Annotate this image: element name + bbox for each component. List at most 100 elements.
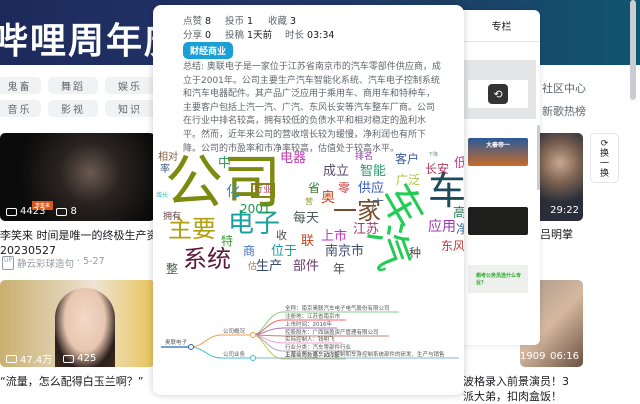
up-icon: UP bbox=[2, 256, 15, 270]
word: 广泛 bbox=[396, 173, 421, 187]
replay-icon: ⟲ bbox=[488, 84, 508, 104]
author-name: 静云彩球造句 bbox=[17, 259, 75, 270]
danmaku-icon bbox=[63, 354, 75, 363]
category-music[interactable]: 音乐 bbox=[0, 100, 41, 117]
word: 系统 bbox=[183, 245, 231, 273]
video-title[interactable]: “流量，怎么配得白玉兰啊？” bbox=[0, 374, 143, 389]
word: 化 bbox=[226, 184, 240, 200]
category-tag[interactable]: 财经商业 bbox=[183, 42, 234, 59]
stat-coins: 投币 1 bbox=[225, 16, 254, 27]
stat-favorites: 收藏 3 bbox=[268, 16, 297, 27]
mind-map: 奥联电子 公司概况 公司业务 全称：南京奥联汽车电子电气股份有限公司 注册地：江… bbox=[153, 295, 464, 375]
word: 每天 bbox=[293, 211, 320, 226]
video-title[interactable]: 李笑来 时间是唯一的终极生产资 bbox=[0, 228, 158, 243]
word: 特 bbox=[221, 234, 234, 248]
word: 年 bbox=[333, 262, 346, 276]
word: 相对 bbox=[158, 152, 178, 163]
word: 奥 bbox=[321, 190, 335, 206]
word: 广 bbox=[371, 198, 385, 213]
word: 中 bbox=[218, 156, 232, 171]
category-knowledge[interactable]: 知识 bbox=[105, 100, 155, 117]
side-thumbnail[interactable]: 想考公务员选什么专业？ bbox=[468, 265, 528, 293]
mind-map-leaf: 实际控制人：钱明飞 bbox=[285, 337, 335, 343]
mind-map-leaf: 注册地：江苏省南京市 bbox=[285, 314, 341, 320]
refresh-label: 换 bbox=[599, 169, 609, 179]
word: 位于 bbox=[271, 244, 298, 259]
word: 应用 bbox=[428, 219, 456, 235]
word: 商 bbox=[243, 244, 256, 258]
video-duration: 29:22 bbox=[550, 205, 579, 216]
word: 长安 bbox=[425, 162, 450, 176]
word: 增长 bbox=[156, 192, 169, 199]
word: 客户 bbox=[395, 152, 420, 166]
refresh-button[interactable]: ⟳ 换 一 换 bbox=[590, 133, 619, 183]
video-author[interactable]: UP 静云彩球造句 · 5-27 bbox=[2, 256, 105, 270]
word: 净 bbox=[456, 222, 464, 236]
video-stats: 47.4万 425 bbox=[6, 351, 96, 366]
mind-map-branch: 公司业务 bbox=[223, 352, 246, 358]
word: 南京市 bbox=[325, 244, 365, 259]
side-thumbnail[interactable]: ⟲ bbox=[468, 80, 528, 108]
category-entertainment[interactable]: 娱乐 bbox=[105, 77, 155, 94]
side-scrollbar[interactable] bbox=[537, 125, 540, 190]
mind-map-root: 奥联电子 bbox=[165, 340, 188, 346]
refresh-icon: ⟳ bbox=[600, 139, 609, 149]
view-count: 47.4万 bbox=[20, 355, 53, 366]
play-count-icon bbox=[6, 354, 17, 363]
word: 种 bbox=[409, 246, 422, 260]
word: 行业 bbox=[251, 183, 276, 198]
video-title[interactable]: 波格录入前景演员！3 bbox=[463, 374, 569, 389]
word: 东风 bbox=[441, 239, 464, 253]
word: 联 bbox=[301, 234, 315, 249]
stat-shares: 分享 0 bbox=[183, 30, 212, 41]
danmaku-count: 425 bbox=[77, 353, 97, 364]
word: 估 bbox=[248, 262, 258, 272]
word: 下降 bbox=[428, 152, 439, 158]
category-dance[interactable]: 舞蹈 bbox=[48, 77, 98, 94]
refresh-label: 一 bbox=[599, 159, 609, 169]
mind-map-branch: 公司概况 bbox=[223, 329, 246, 335]
danmaku-count: 1909 bbox=[520, 351, 546, 362]
video-duration: 06:16 bbox=[550, 351, 579, 362]
category-film[interactable]: 影视 bbox=[48, 100, 98, 117]
refresh-label: 换 bbox=[599, 149, 609, 159]
tab-column[interactable]: 专栏 bbox=[463, 10, 540, 42]
word: 排名 bbox=[355, 152, 374, 162]
word: 省 bbox=[308, 181, 321, 195]
mind-map-leaf: 全称：南京奥联汽车电子电气股份有限公司 bbox=[285, 306, 390, 312]
video-summary-popup: 点赞 8 投币 1 收藏 3 分享 0 投稿 1天前 时长 03:34 财经商业… bbox=[153, 5, 464, 395]
mind-map-leaf: 主营业务：汽车动力控制和车身控制系统部件的研发、生产与销售 bbox=[285, 352, 445, 358]
word: 生产 bbox=[256, 259, 283, 274]
link-new-songs[interactable]: 新歌热榜 bbox=[542, 103, 586, 119]
video-thumbnail[interactable]: 李笑来 4423 8 bbox=[0, 133, 155, 221]
danmaku-count: 8 bbox=[70, 206, 77, 217]
video-thumbnail[interactable]: 47.4万 425 bbox=[0, 280, 155, 367]
video-title-line2[interactable]: 派大弟，扣肉盒饭！ bbox=[463, 389, 562, 404]
word: 收 bbox=[276, 229, 287, 242]
word: 车 bbox=[428, 169, 464, 213]
word: 高 bbox=[453, 206, 464, 221]
danmaku-icon bbox=[56, 207, 68, 216]
page-scrollbar[interactable] bbox=[630, 0, 636, 100]
word: 部件 bbox=[293, 259, 320, 274]
side-thumbnail[interactable]: 大秦帝一 bbox=[468, 138, 528, 166]
word: 拥有 bbox=[163, 212, 182, 222]
side-panel: 专栏 ⟲ 大秦帝一 想考公务员选什么专业？ bbox=[463, 10, 540, 345]
word: 整 bbox=[166, 262, 179, 276]
side-thumbnail[interactable] bbox=[468, 207, 528, 235]
video-title[interactable]: 吕明掌 bbox=[540, 227, 573, 242]
summary-text: 总结: 奥联电子是一家位于江苏省南京市的汽车零部件供应商，成立于2001年。公司… bbox=[183, 62, 441, 154]
stat-posted: 投稿 1天前 bbox=[225, 30, 273, 41]
word-cloud: 公司 车 汽 车 电子 主要 系统 一家 2001 行业 相对 率 中 化 电器… bbox=[153, 145, 464, 280]
video-stats: 4423 8 bbox=[6, 206, 77, 217]
word: 智能 bbox=[360, 164, 387, 179]
word: 成立 bbox=[323, 164, 350, 179]
word: 营 bbox=[305, 197, 313, 206]
word: 2001 bbox=[240, 202, 271, 216]
word: 电器 bbox=[280, 151, 307, 166]
view-count: 4423 bbox=[20, 206, 46, 217]
link-community-center[interactable]: 社区中心 bbox=[542, 80, 586, 96]
mind-map-leaf: 上市时间：2016年 bbox=[285, 322, 332, 328]
play-count-icon bbox=[6, 207, 17, 216]
category-guichu[interactable]: 鬼畜 bbox=[0, 77, 41, 94]
